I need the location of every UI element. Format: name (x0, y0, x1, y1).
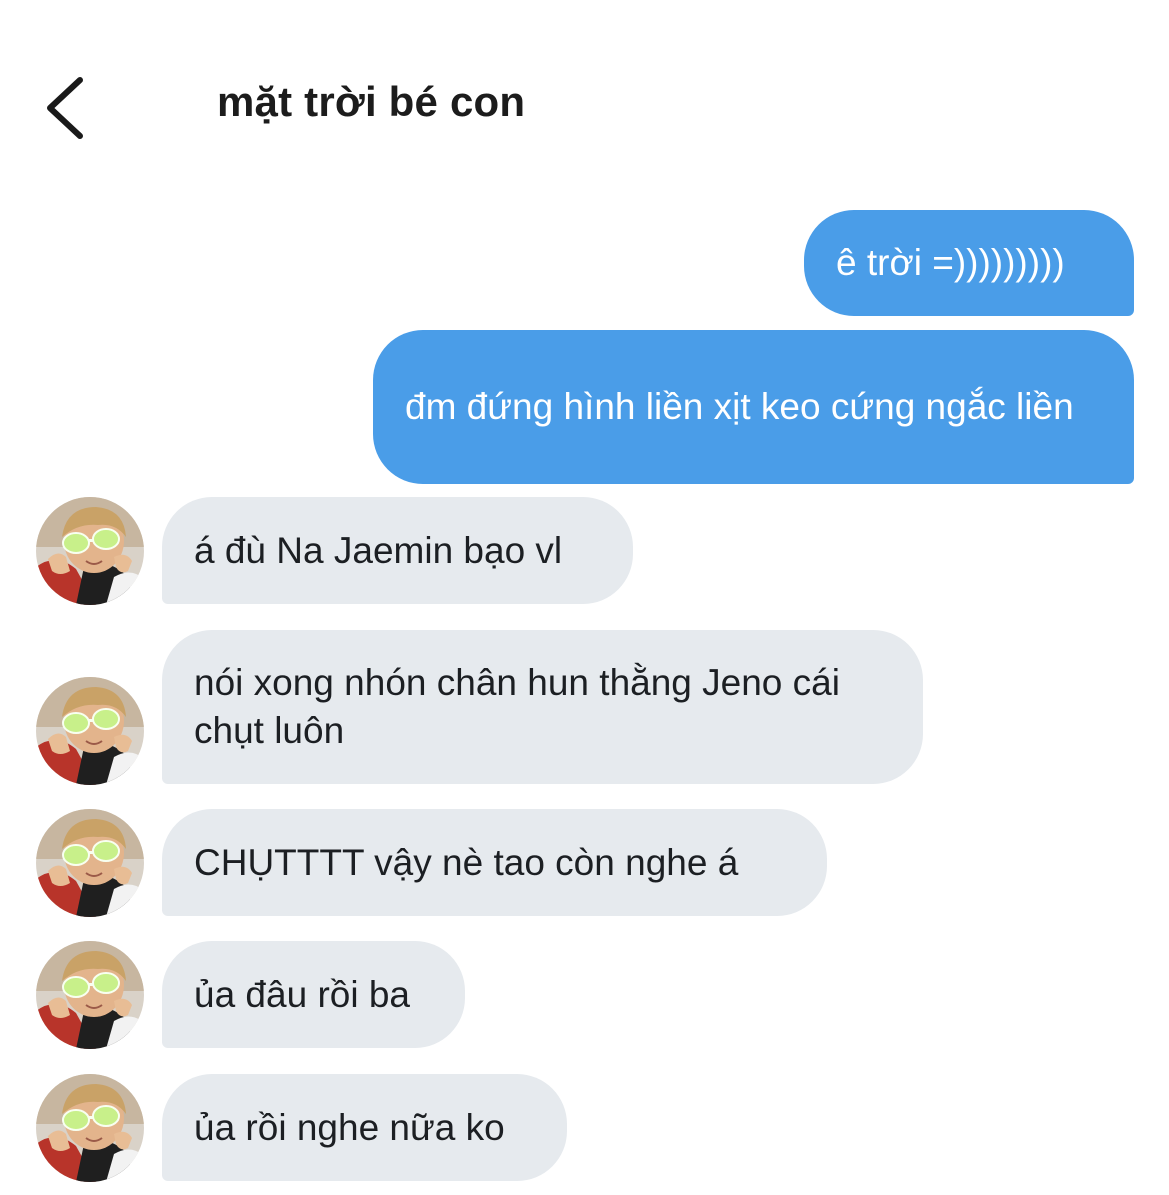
back-button[interactable] (36, 70, 96, 146)
message-text: nói xong nhón chân hun thằng Jeno cái ch… (194, 662, 840, 751)
message-bubble-outgoing[interactable]: ê trời =))))))))) (804, 210, 1134, 316)
message-text: ủa rồi nghe nữa ko (194, 1106, 505, 1148)
message-text: CHỤTTTT vậy nè tao còn nghe á (194, 841, 739, 883)
chat-header: mặt trời bé con (0, 0, 1169, 200)
avatar-image (36, 677, 144, 785)
message-bubble-incoming[interactable]: ủa rồi nghe nữa ko (162, 1074, 567, 1181)
avatar[interactable] (36, 677, 144, 785)
avatar-image (36, 941, 144, 1049)
avatar[interactable] (36, 497, 144, 605)
message-bubble-incoming[interactable]: ủa đâu rồi ba (162, 941, 465, 1048)
avatar[interactable] (36, 1074, 144, 1182)
message-text: đm đứng hình liền xịt keo cứng ngắc liền (405, 386, 1074, 427)
conversation-title: mặt trời bé con (217, 78, 526, 125)
avatar-image (36, 809, 144, 917)
message-text: ủa đâu rồi ba (194, 973, 411, 1015)
chevron-left-icon[interactable] (36, 70, 96, 146)
message-bubble-outgoing[interactable]: đm đứng hình liền xịt keo cứng ngắc liền (373, 330, 1134, 484)
message-text: ê trời =))))))))) (836, 242, 1065, 283)
avatar-image (36, 497, 144, 605)
message-bubble-incoming[interactable]: nói xong nhón chân hun thằng Jeno cái ch… (162, 630, 923, 784)
avatar-image (36, 1074, 144, 1182)
message-bubble-incoming[interactable]: á đù Na Jaemin bạo vl (162, 497, 633, 604)
avatar[interactable] (36, 941, 144, 1049)
message-text: á đù Na Jaemin bạo vl (194, 529, 563, 571)
avatar[interactable] (36, 809, 144, 917)
message-bubble-incoming[interactable]: CHỤTTTT vậy nè tao còn nghe á (162, 809, 827, 916)
